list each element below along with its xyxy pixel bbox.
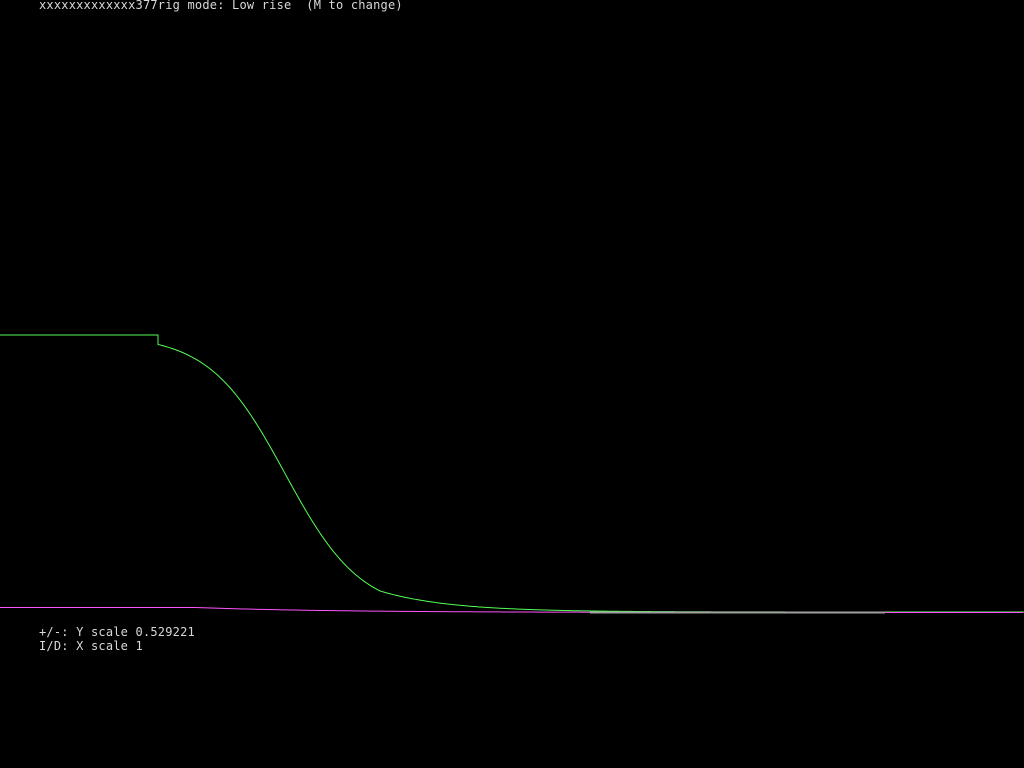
primary-trace bbox=[0, 334, 1024, 613]
trigger-mode-status: xxxxxxxxxxxxx377rig mode: Low rise (M to… bbox=[39, 0, 403, 12]
scope-window[interactable]: xxxxxxxxxxxxx377rig mode: Low rise (M to… bbox=[0, 0, 1024, 768]
waveform-plot bbox=[0, 334, 1024, 614]
x-scale-hint: I/D: X scale 1 bbox=[39, 639, 143, 653]
y-scale-hint: +/-: Y scale 0.529221 bbox=[39, 625, 195, 639]
